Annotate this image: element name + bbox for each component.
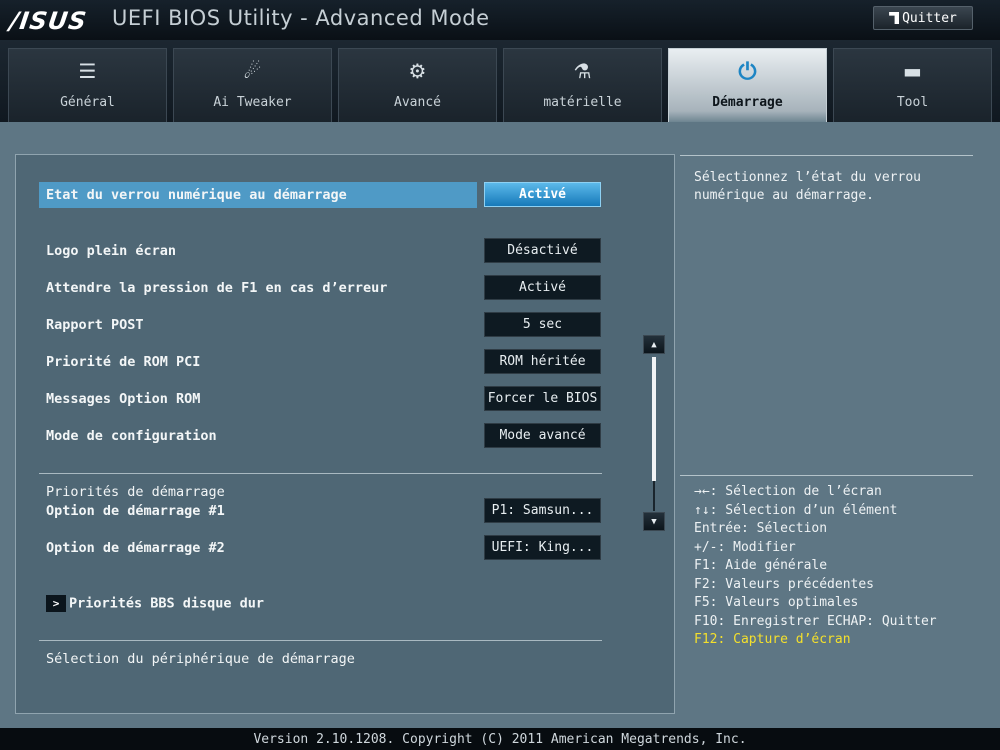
tab-general[interactable]: ☰ Général [8,48,167,122]
key-hint: F2: Valeurs précédentes [694,576,875,592]
setup-mode-button[interactable]: Mode avancé [484,423,601,448]
boot-priorities-heading: Priorités de démarrage [46,484,225,500]
fullscreen-logo-label[interactable]: Logo plein écran [46,243,176,259]
tab-tool[interactable]: ▬ Tool [833,48,992,122]
tab-bar: ☰ Général ☄ Ai Tweaker ⚙ Avancé ⚗ matéri… [0,40,1000,122]
post-report-button[interactable]: 5 sec [484,312,601,337]
boot-option-1-label[interactable]: Option de démarrage #1 [46,503,225,519]
key-hint: F5: Valeurs optimales [694,595,859,610]
key-hint: +/-: Modifier [694,539,796,555]
boot-option-1-button[interactable]: P1: Samsun... [484,498,601,523]
divider [39,473,602,474]
key-hint: F10: Enregistrer ECHAP: Quitter [694,613,937,629]
divider [39,640,602,641]
quit-button[interactable]: Quitter [873,6,973,30]
tab-boot[interactable]: ⏻ Démarrage [668,48,827,122]
power-icon: ⏻ [738,59,757,85]
key-hint: Entrée: Sélection [694,521,828,536]
f1-wait-label[interactable]: Attendre la pression de F1 en cas d’erre… [46,280,387,296]
key-hint: →←: Sélection de l’écran [694,484,882,499]
numlock-value-button[interactable]: Activé [484,182,601,207]
tab-ai-tweaker[interactable]: ☄ Ai Tweaker [173,48,332,122]
tab-label: Général [60,95,115,110]
footer-version: Version 2.10.1208. Copyright (C) 2011 Am… [0,728,1000,750]
scroll-down-button[interactable]: ▼ [643,512,665,531]
key-legend: →←: Sélection de l’écran ↑↓: Sélection d… [694,483,937,650]
key-hint: F1: Aide générale [694,558,828,573]
option-rom-label[interactable]: Messages Option ROM [46,391,200,407]
tab-label: Ai Tweaker [213,95,292,110]
advanced-icon: ⚙ [408,59,427,83]
numlock-label[interactable]: Etat du verrou numérique au démarrage [46,187,347,203]
bbs-priorities-link[interactable]: > Priorités BBS disque dur [46,595,264,612]
tweaker-icon: ☄ [243,59,262,83]
setup-mode-label[interactable]: Mode de configuration [46,428,217,444]
pci-rom-label[interactable]: Priorité de ROM PCI [46,354,200,370]
app-title: UEFI BIOS Utility - Advanced Mode [112,6,490,30]
help-description: Sélectionnez l’état du verrou numérique … [694,170,921,203]
boot-option-2-label[interactable]: Option de démarrage #2 [46,540,225,556]
screenshot-key-hint: F12: Capture d’écran [694,632,851,647]
monitor-icon: ⚗ [573,59,592,83]
toolbox-icon: ▬ [903,59,922,83]
option-rom-button[interactable]: Forcer le BIOS [484,386,601,411]
f1-wait-button[interactable]: Activé [484,275,601,300]
scroll-up-button[interactable]: ▲ [643,335,665,354]
quit-label: Quitter [902,10,957,26]
key-hint: ↑↓: Sélection d’un élément [694,502,898,518]
list-icon: ☰ [78,59,97,83]
tab-monitor[interactable]: ⚗ matérielle [503,48,662,122]
fullscreen-logo-button[interactable]: Désactivé [484,238,601,263]
pci-rom-button[interactable]: ROM héritée [484,349,601,374]
tab-label: Avancé [394,95,441,110]
tab-label: matérielle [543,95,622,110]
help-divider-middle [680,475,973,476]
exit-icon [889,12,900,24]
boot-option-2-button[interactable]: UEFI: King... [484,535,601,560]
post-report-label[interactable]: Rapport POST [46,317,144,333]
asus-logo: /ISUS [8,7,89,35]
help-divider-top [680,155,973,156]
tab-advanced[interactable]: ⚙ Avancé [338,48,497,122]
boot-device-hint: Sélection du périphérique de démarrage [46,651,355,667]
title-bar: /ISUS UEFI BIOS Utility - Advanced Mode … [0,0,1000,40]
tab-label: Tool [896,95,929,110]
scroll-thumb[interactable] [652,357,656,481]
chevron-right-icon: > [46,595,66,612]
tab-label: Démarrage [712,95,783,110]
bbs-priorities-label: Priorités BBS disque dur [69,595,265,612]
